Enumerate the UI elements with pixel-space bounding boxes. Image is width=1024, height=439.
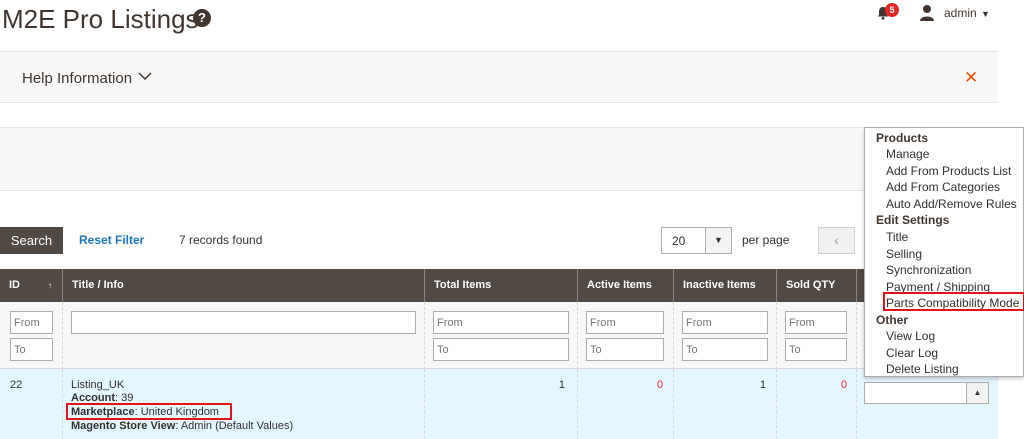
column-header-total-items[interactable]: Total Items: [425, 269, 578, 302]
sort-arrow-icon[interactable]: ↑: [48, 269, 52, 302]
table-row[interactable]: 22 Listing_UK Account: 39 Marketplace: U…: [0, 369, 998, 439]
previous-page-button[interactable]: ‹: [818, 227, 855, 254]
menu-group-edit-settings: Edit Settings: [876, 213, 950, 227]
table-filter-row: [0, 302, 998, 369]
per-page-label: per page: [742, 233, 790, 247]
reset-filter-link[interactable]: Reset Filter: [79, 233, 144, 247]
id-from-input[interactable]: [10, 311, 53, 334]
filter-cell-sold-qty: [777, 302, 857, 369]
filter-cell-title: [63, 302, 425, 369]
menu-item-selling[interactable]: Selling: [886, 247, 922, 261]
chevron-down-icon[interactable]: ▼: [705, 228, 731, 253]
cell-sold-qty: 0: [777, 369, 857, 439]
active-items-to-input[interactable]: [586, 338, 664, 361]
title-filter-input[interactable]: [71, 311, 416, 334]
active-items-from-input[interactable]: [586, 311, 664, 334]
cell-total-items: 1: [425, 369, 578, 439]
per-page-select[interactable]: 20 ▼: [661, 227, 732, 254]
menu-item-auto-add-remove-rules[interactable]: Auto Add/Remove Rules: [886, 197, 1017, 211]
column-header-id[interactable]: ID ↑: [0, 269, 63, 302]
sold-qty-value: 0: [840, 379, 847, 391]
cell-title-info: Listing_UK Account: 39 Marketplace: Unit…: [63, 369, 425, 439]
cell-id: 22: [0, 369, 63, 439]
total-items-to-input[interactable]: [433, 338, 569, 361]
actions-dropdown-menu: Products Manage Add From Products List A…: [864, 127, 1024, 377]
inactive-items-to-input[interactable]: [682, 338, 768, 361]
chevron-down-icon[interactable]: [138, 71, 152, 81]
row-id: 22: [10, 379, 23, 391]
help-information-toggle[interactable]: Help Information: [22, 70, 132, 87]
sold-qty-from-input[interactable]: [785, 311, 847, 334]
search-button[interactable]: Search: [0, 227, 63, 254]
id-to-input[interactable]: [10, 338, 53, 361]
menu-item-view-log[interactable]: View Log: [886, 329, 935, 343]
sold-qty-to-input[interactable]: [785, 338, 847, 361]
total-items-from-input[interactable]: [433, 311, 569, 334]
cell-inactive-items: 1: [674, 369, 777, 439]
column-header-title[interactable]: Title / Info: [63, 269, 425, 302]
table-header: ID ↑ Title / Info Total Items Active Ite…: [0, 269, 998, 302]
inactive-items-from-input[interactable]: [682, 311, 768, 334]
user-icon[interactable]: [919, 4, 935, 21]
records-count: 7 records found: [179, 233, 263, 247]
menu-item-title[interactable]: Title: [886, 230, 908, 244]
help-question-icon[interactable]: ?: [193, 9, 211, 27]
inactive-items-value: 1: [759, 379, 766, 391]
admin-user-menu[interactable]: admin: [944, 6, 977, 20]
menu-item-delete-listing[interactable]: Delete Listing: [886, 362, 959, 376]
help-information-panel: Help Information ✕: [0, 51, 998, 103]
menu-item-add-from-categories[interactable]: Add From Categories: [886, 180, 1000, 194]
active-items-value: 0: [656, 379, 663, 391]
actions-select[interactable]: ▲: [864, 382, 989, 404]
menu-group-products: Products: [876, 131, 929, 145]
filter-cell-inactive-items: [674, 302, 777, 369]
filter-cell-id: [0, 302, 63, 369]
per-page-value: 20: [672, 234, 686, 248]
parts-compatibility-highlight: [883, 292, 1024, 311]
column-header-inactive-items[interactable]: Inactive Items: [674, 269, 777, 302]
column-header-sold-qty[interactable]: Sold QTY: [777, 269, 857, 302]
menu-item-synchronization[interactable]: Synchronization: [886, 263, 971, 277]
filter-cell-total-items: [425, 302, 578, 369]
menu-item-add-from-products-list[interactable]: Add From Products List: [886, 164, 1011, 178]
grid-filter-band: [0, 127, 998, 191]
filter-cell-active-items: [578, 302, 674, 369]
chevron-down-icon[interactable]: ▼: [981, 9, 990, 19]
marketplace-highlight: [66, 403, 232, 420]
cell-active-items: 0: [578, 369, 674, 439]
close-icon[interactable]: ✕: [964, 68, 978, 88]
menu-item-manage[interactable]: Manage: [886, 147, 929, 161]
column-header-active-items[interactable]: Active Items: [578, 269, 674, 302]
notification-count-badge: 5: [885, 3, 899, 17]
menu-item-clear-log[interactable]: Clear Log: [886, 346, 938, 360]
listing-title: Listing_UK: [71, 379, 125, 391]
page-title: M2E Pro Listings: [2, 4, 199, 34]
store-view-info: Magento Store View: Admin (Default Value…: [71, 420, 294, 432]
total-items-value: 1: [558, 379, 565, 391]
menu-group-other: Other: [876, 313, 909, 327]
chevron-up-icon[interactable]: ▲: [966, 383, 988, 403]
